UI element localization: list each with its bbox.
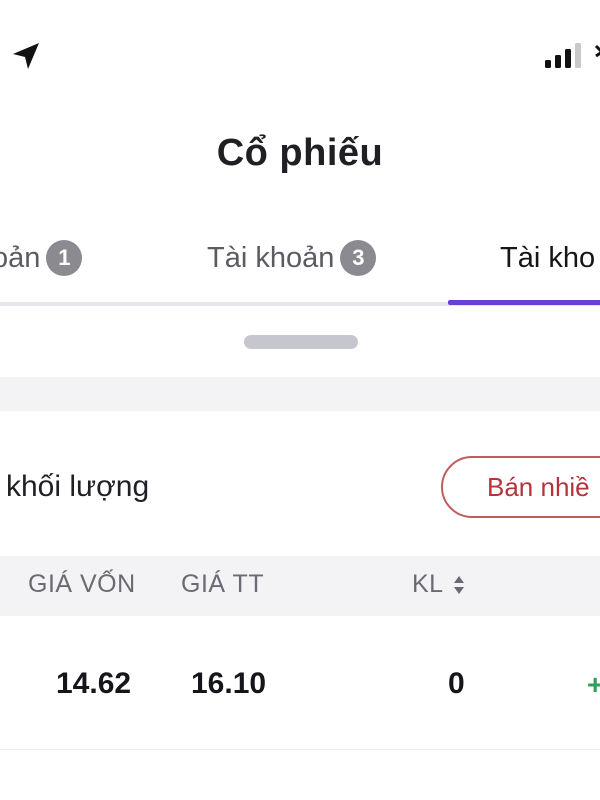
table-header: GIÁ VỐN GIÁ TT KL	[0, 556, 600, 616]
section-separator	[0, 377, 600, 411]
column-header-volume[interactable]: KL	[412, 570, 466, 599]
tab-account-active[interactable]: Tài kho	[500, 234, 595, 282]
column-header-market-price: GIÁ TT	[181, 570, 265, 598]
sell-button-label: Bán nhiề	[487, 471, 590, 502]
account-tabs: oản 1 Tài khoản 3 Tài kho	[0, 222, 600, 308]
tab-account-3[interactable]: Tài khoản 3	[207, 234, 377, 282]
add-button[interactable]: +	[587, 669, 600, 701]
cellular-signal-icon	[545, 43, 581, 68]
status-bar	[0, 0, 600, 100]
tab-badge: 1	[46, 240, 83, 276]
column-header-cost-price: GIÁ VỐN	[28, 570, 136, 598]
drag-handle[interactable]	[244, 335, 358, 349]
cell-volume: 0	[448, 667, 465, 700]
tab-account-1[interactable]: oản 1	[0, 234, 83, 282]
cell-market-price: 16.10	[191, 667, 267, 700]
stock-screen: Cổ phiếu oản 1 Tài khoản 3 Tài kho khối …	[0, 0, 600, 800]
tab-label: Tài khoản	[207, 241, 335, 274]
tab-label: oản	[0, 241, 41, 274]
sort-icon	[453, 575, 464, 594]
tab-badge: 3	[340, 240, 377, 276]
wifi-icon	[594, 44, 600, 58]
page-title: Cổ phiếu	[216, 132, 384, 174]
cell-cost-price: 14.62	[56, 667, 132, 700]
section-subtitle: khối lượng	[6, 470, 150, 503]
tab-label: Tài kho	[500, 241, 596, 274]
active-tab-indicator	[448, 300, 600, 305]
column-header-volume-label: KL	[412, 570, 444, 598]
sell-multiple-button[interactable]: Bán nhiề	[441, 456, 600, 518]
location-arrow-icon	[13, 43, 39, 69]
table-row[interactable]: 14.62 16.10 0 +	[0, 617, 600, 750]
